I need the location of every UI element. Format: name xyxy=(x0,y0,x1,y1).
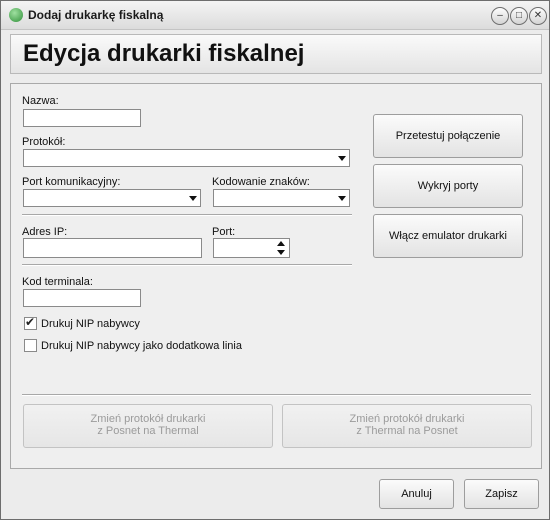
kod-terminala-input[interactable] xyxy=(23,289,141,307)
kod-terminala-label: Kod terminala: xyxy=(22,276,93,288)
convert-to-posnet-button[interactable]: Zmień protokół drukarki z Thermal na Pos… xyxy=(282,404,532,448)
window-title: Dodaj drukarkę fiskalną xyxy=(28,8,164,22)
kodowanie-select[interactable] xyxy=(213,189,350,207)
form-panel: Nazwa: Protokół: Port komunikacyjny: Kod… xyxy=(10,83,542,469)
convert-to-posnet-line2: z Thermal na Posnet xyxy=(356,425,458,437)
test-connection-button[interactable]: Przetestuj połączenie xyxy=(373,114,523,158)
port-label: Port komunikacyjny: xyxy=(22,176,121,188)
separator xyxy=(22,214,352,216)
header-band: Edycja drukarki fiskalnej xyxy=(10,34,542,74)
chevron-down-icon[interactable] xyxy=(185,190,200,206)
spin-up-icon[interactable] xyxy=(275,240,288,248)
protokol-select[interactable] xyxy=(23,149,350,167)
tcp-port-spinbox[interactable] xyxy=(213,238,290,258)
nip-checkbox-label[interactable]: Drukuj NIP nabywcy xyxy=(41,318,140,330)
kodowanie-label: Kodowanie znaków: xyxy=(212,176,310,188)
page-title: Edycja drukarki fiskalnej xyxy=(23,40,305,67)
nazwa-label: Nazwa: xyxy=(22,95,59,107)
nip-line-checkbox[interactable] xyxy=(24,339,37,352)
detect-ports-button[interactable]: Wykryj porty xyxy=(373,164,523,208)
nip-checkbox[interactable]: ✔ xyxy=(24,315,37,330)
maximize-button[interactable]: □ xyxy=(510,7,528,25)
checkmark-icon: ✔ xyxy=(25,315,36,329)
chevron-down-icon[interactable] xyxy=(334,190,349,206)
adres-ip-label: Adres IP: xyxy=(22,226,68,238)
convert-to-thermal-button[interactable]: Zmień protokół drukarki z Posnet na Ther… xyxy=(23,404,273,448)
cancel-button[interactable]: Anuluj xyxy=(379,479,454,509)
minimize-button[interactable]: – xyxy=(491,7,509,25)
convert-to-thermal-line1: Zmień protokół drukarki xyxy=(90,413,206,425)
tcp-port-label: Port: xyxy=(212,226,236,238)
nip-line-checkbox-label[interactable]: Drukuj NIP nabywcy jako dodatkowa linia xyxy=(41,340,242,352)
spin-down-icon[interactable] xyxy=(275,248,288,256)
protokol-label: Protokół: xyxy=(22,136,66,148)
close-button[interactable]: ✕ xyxy=(529,7,547,25)
adres-ip-input[interactable] xyxy=(23,238,202,258)
convert-to-posnet-line1: Zmień protokół drukarki xyxy=(349,413,465,425)
separator xyxy=(22,264,352,266)
port-select[interactable] xyxy=(23,189,201,207)
convert-to-thermal-line2: z Posnet na Thermal xyxy=(97,425,199,437)
title-bar[interactable]: Dodaj drukarkę fiskalną – □ ✕ xyxy=(1,1,549,30)
dialog-window: Dodaj drukarkę fiskalną – □ ✕ Edycja dru… xyxy=(0,0,550,520)
save-button[interactable]: Zapisz xyxy=(464,479,539,509)
chevron-down-icon[interactable] xyxy=(334,150,349,166)
enable-emulator-button[interactable]: Włącz emulator drukarki xyxy=(373,214,523,258)
app-icon xyxy=(9,8,23,22)
nazwa-input[interactable] xyxy=(23,109,141,127)
separator xyxy=(22,394,531,396)
